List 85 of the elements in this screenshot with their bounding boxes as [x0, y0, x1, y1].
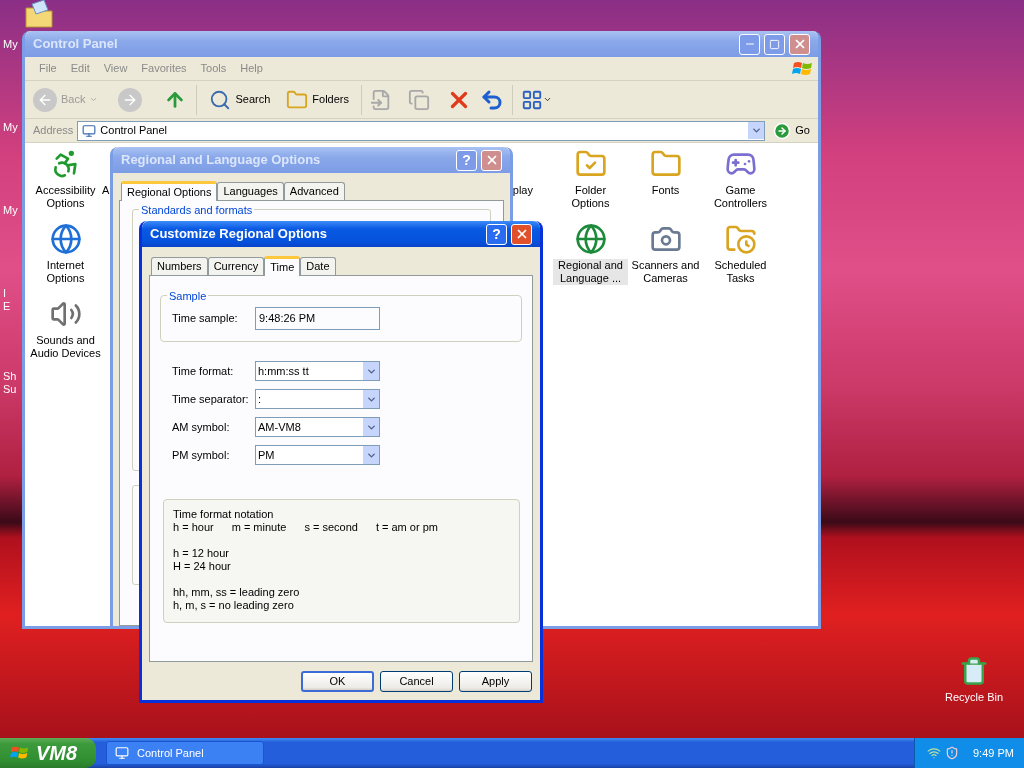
close-button[interactable]: [481, 149, 502, 171]
field-label: PM symbol:: [172, 447, 231, 463]
folder-clock-icon: [724, 223, 757, 255]
tab[interactable]: Time: [264, 256, 301, 276]
notation-text: h, m, s = no leading zero: [173, 599, 294, 612]
close-button[interactable]: [789, 33, 810, 55]
desktop-icon-label[interactable]: My: [3, 38, 18, 51]
dropdown-field[interactable]: AM-VM8: [255, 417, 380, 437]
tab[interactable]: Date: [300, 257, 336, 275]
folders-button[interactable]: Folders: [282, 88, 353, 111]
control-panel-item[interactable]: Folder Options: [553, 184, 628, 210]
document-arrow-icon: [370, 88, 392, 111]
notation-text: m = minute: [231, 521, 287, 534]
control-panel-item[interactable]: play: [510, 184, 535, 197]
shield-alert-icon: [945, 746, 959, 760]
tab[interactable]: Regional Options: [121, 181, 218, 201]
help-button[interactable]: ?: [486, 223, 507, 245]
notation-text: h = hour: [173, 521, 214, 534]
views-grid-icon: [521, 88, 543, 111]
clock: 9:49 PM: [973, 745, 1014, 761]
control-panel-icon: [82, 123, 97, 138]
control-panel-item[interactable]: Game Controllers: [703, 184, 778, 210]
control-panel-item[interactable]: Scanners and Cameras: [628, 259, 703, 285]
maximize-icon: [769, 38, 780, 50]
dropdown-caret-icon: [89, 95, 99, 104]
window-title: Customize Regional Options: [150, 225, 328, 244]
window-title: Regional and Language Options: [121, 151, 322, 170]
taskbar-button[interactable]: Control Panel: [106, 741, 264, 765]
dropdown-caret-icon: [543, 95, 552, 104]
globe-icon: [49, 223, 82, 255]
views-button[interactable]: [521, 88, 552, 111]
control-panel-item[interactable]: Scheduled Tasks: [703, 259, 778, 285]
control-panel-item[interactable]: A: [100, 184, 112, 197]
dropdown-field[interactable]: h:mm:ss tt: [255, 361, 380, 381]
time-sample-field: 9:48:26 PM: [255, 307, 380, 330]
control-panel-item[interactable]: Fonts: [649, 184, 682, 197]
maximize-button[interactable]: [764, 33, 785, 55]
notation-title: Time format notation: [173, 508, 275, 521]
control-panel-item[interactable]: Sounds and Audio Devices: [28, 334, 103, 360]
notation-text: h = 12 hour: [173, 547, 229, 560]
dialog-button[interactable]: Cancel: [380, 671, 453, 692]
control-panel-item[interactable]: Regional and Language ...: [553, 259, 628, 285]
tab[interactable]: Numbers: [151, 257, 208, 275]
address-field[interactable]: Control Panel: [77, 120, 766, 141]
tab[interactable]: Languages: [217, 182, 284, 200]
desktop-icon-label[interactable]: Su: [3, 383, 18, 396]
desktop-icon-label[interactable]: Recycle Bin: [944, 689, 1004, 706]
desktop-icon-label[interactable]: I: [3, 287, 18, 300]
control-panel-icon: [115, 746, 129, 760]
desktop-icon-label[interactable]: My: [3, 204, 18, 217]
dropdown-field[interactable]: :: [255, 389, 380, 409]
control-panel-item[interactable]: Internet Options: [28, 259, 103, 285]
copy-to-button[interactable]: [408, 88, 430, 111]
notation-text: hh, mm, ss = leading zero: [173, 586, 300, 599]
tab[interactable]: Advanced: [283, 182, 345, 200]
tab[interactable]: Currency: [207, 257, 265, 275]
notation-text: t = am or pm: [375, 521, 438, 534]
desktop-icon-label[interactable]: Sh: [3, 370, 18, 383]
search-icon: [209, 88, 232, 111]
field-label: Time separator:: [172, 391, 250, 407]
close-button[interactable]: [511, 223, 532, 245]
notation-text: s = second: [304, 521, 358, 534]
network-icon: [927, 746, 941, 760]
search-button[interactable]: Search: [205, 88, 275, 111]
desktop-icon-label[interactable]: E: [3, 300, 18, 313]
go-button[interactable]: Go: [769, 121, 814, 140]
desktop-icon-label[interactable]: My: [3, 121, 18, 134]
control-panel-item[interactable]: Accessibility Options: [28, 184, 103, 210]
dropdown-field[interactable]: PM: [255, 445, 380, 465]
windows-flag-icon: [792, 59, 814, 78]
move-to-button[interactable]: [370, 88, 392, 111]
copy-icon: [408, 88, 430, 111]
folder-icon: [24, 0, 54, 30]
start-button[interactable]: VM8: [0, 738, 96, 768]
notation-text: H = 24 hour: [173, 560, 231, 573]
recycle-bin-icon[interactable]: [959, 656, 989, 686]
field-label: AM symbol:: [172, 419, 231, 435]
globe-icon: [574, 223, 607, 255]
dialog-button[interactable]: OK: [301, 671, 374, 692]
folder-icon: [286, 88, 309, 111]
address-label: Address: [33, 123, 74, 139]
field-label: Time format:: [172, 363, 235, 379]
minimize-button[interactable]: [739, 33, 760, 55]
dialog-button[interactable]: Apply: [459, 671, 532, 692]
window-title: Control Panel: [33, 35, 119, 54]
